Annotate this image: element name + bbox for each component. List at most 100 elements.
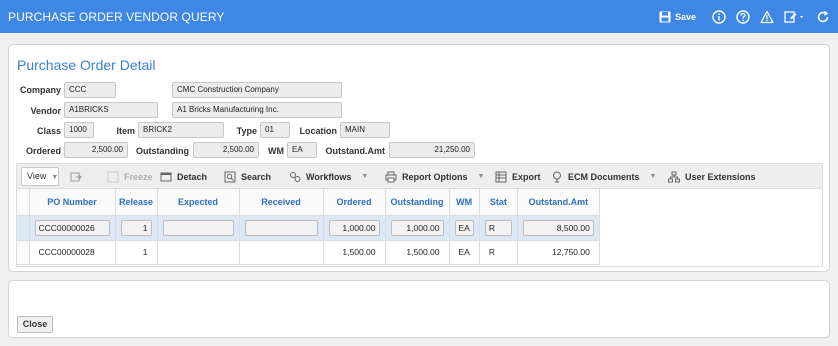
outstand-amt-value: 8,500.00: [522, 219, 594, 236]
titlebar-actions: Save: [659, 8, 830, 25]
column-header-received[interactable]: Received: [239, 189, 324, 216]
row-selector-header: [17, 189, 30, 216]
export-label: Export: [512, 171, 541, 182]
wm-label: WM: [268, 146, 284, 156]
detach-button[interactable]: Detach: [160, 169, 207, 184]
outstand-amt-field[interactable]: 21,250.00: [389, 142, 475, 158]
class-label: Class: [36, 126, 61, 136]
po-number-value: CCC00000026: [34, 219, 110, 236]
chevron-down-icon: ▼: [361, 173, 369, 180]
outstanding-label: Outstanding: [136, 146, 189, 156]
app-title: PURCHASE ORDER VENDOR QUERY: [8, 10, 225, 24]
cell-ordered[interactable]: 1,500.00: [323, 240, 386, 265]
cell-wm[interactable]: EA: [449, 215, 480, 241]
search-button[interactable]: Search: [224, 169, 271, 184]
user-extensions-button[interactable]: User Extensions: [668, 169, 756, 184]
workflows-icon: [289, 171, 301, 183]
type-field[interactable]: 01: [260, 122, 290, 138]
search-icon: [224, 171, 236, 183]
cell-release[interactable]: 1: [115, 240, 158, 265]
freeze-label: Freeze: [124, 171, 153, 182]
row-selector[interactable]: [17, 215, 30, 241]
ecm-documents-icon: [551, 171, 563, 183]
outstand-amt-label: Outstand.Amt: [325, 146, 386, 156]
info-icon[interactable]: [712, 9, 726, 24]
outstanding-field[interactable]: 2,500.00: [193, 142, 259, 158]
vendor-name-field[interactable]: A1 Bricks Manufacturing Inc.: [172, 102, 342, 118]
detach-icon: [160, 171, 172, 183]
column-header-po-number[interactable]: PO Number: [29, 189, 116, 216]
column-header-stat[interactable]: Stat: [479, 189, 518, 216]
column-header-outstand-amt[interactable]: Outstand.Amt: [517, 189, 600, 216]
cell-received[interactable]: [239, 215, 324, 241]
column-header-ordered[interactable]: Ordered: [323, 189, 386, 216]
cell-ordered[interactable]: 1,000.00: [323, 215, 386, 241]
cell-wm[interactable]: EA: [449, 240, 480, 265]
chevron-down-icon: ▼: [51, 174, 59, 181]
freeze-icon: [107, 171, 119, 183]
po-grid: PO Number Release Expected Received Orde…: [16, 189, 823, 267]
table-row[interactable]: CCC00000026 1 1,000.00 1,000.00 EA R 8,5…: [17, 215, 600, 241]
type-label: Type: [236, 126, 257, 136]
company-code-field[interactable]: CCC: [64, 82, 116, 98]
save-label: Save: [674, 11, 696, 22]
ordered-field[interactable]: 2,500.00: [64, 142, 128, 158]
close-button[interactable]: Close: [17, 316, 53, 333]
class-field[interactable]: 1000: [64, 122, 94, 138]
vendor-label: Vendor: [30, 106, 61, 116]
save-button[interactable]: Save: [659, 11, 696, 23]
company-name-field[interactable]: CMC Construction Company: [172, 82, 342, 98]
wm-field[interactable]: EA: [287, 142, 317, 158]
item-field[interactable]: BRICK2: [138, 122, 224, 138]
location-label: Location: [299, 126, 338, 136]
workflows-button[interactable]: Workflows ▼: [289, 169, 368, 184]
report-options-label: Report Options: [402, 171, 468, 182]
table-header-row: PO Number Release Expected Received Orde…: [17, 189, 600, 216]
title-bar: PURCHASE ORDER VENDOR QUERY Save: [0, 0, 838, 33]
panel-title: Purchase Order Detail: [17, 57, 156, 73]
row-selector[interactable]: [17, 240, 30, 265]
cell-po-number[interactable]: CCC00000026: [29, 215, 116, 241]
cell-expected[interactable]: [157, 215, 240, 241]
cell-outstanding[interactable]: 1,000.00: [385, 215, 450, 241]
received-value: [244, 219, 318, 236]
cell-expected[interactable]: [157, 240, 240, 265]
save-icon: [659, 11, 671, 22]
column-header-wm[interactable]: WM: [449, 189, 480, 216]
cell-stat[interactable]: R: [479, 215, 518, 241]
item-label: Item: [116, 126, 135, 136]
outstanding-value: 1,000.00: [390, 219, 444, 236]
view-label: View: [27, 171, 47, 181]
cell-outstand-amt[interactable]: 8,500.00: [517, 215, 600, 241]
warning-icon[interactable]: [760, 10, 774, 24]
freeze-button[interactable]: Freeze: [107, 169, 153, 184]
wm-value: EA: [454, 219, 474, 236]
export-button[interactable]: Export: [495, 169, 541, 184]
location-field[interactable]: MAIN: [340, 122, 390, 138]
company-label: Company: [19, 85, 61, 95]
stat-value: R: [484, 219, 512, 236]
column-header-expected[interactable]: Expected: [157, 189, 240, 216]
ecm-documents-button[interactable]: ECM Documents ▼: [551, 169, 656, 184]
column-header-outstanding[interactable]: Outstanding: [385, 189, 450, 216]
filter-button[interactable]: [70, 169, 87, 184]
cell-stat[interactable]: R: [479, 240, 518, 265]
cell-po-number[interactable]: CCC00000028: [29, 240, 116, 265]
column-header-release[interactable]: Release: [115, 189, 158, 216]
edit-menu-icon[interactable]: [784, 10, 806, 24]
refresh-icon[interactable]: [816, 10, 830, 24]
cell-outstanding[interactable]: 1,500.00: [385, 240, 450, 265]
ordered-value: 1,000.00: [328, 219, 380, 236]
user-extensions-icon: [668, 171, 680, 183]
table-row[interactable]: CCC00000028 1 1,500.00 1,500.00 EA R 12,…: [17, 240, 600, 265]
view-dropdown[interactable]: View ▼: [21, 167, 59, 186]
report-options-button[interactable]: Report Options ▼: [385, 169, 484, 184]
cell-received[interactable]: [239, 240, 324, 265]
cell-outstand-amt[interactable]: 12,750.00: [517, 240, 600, 265]
cell-release[interactable]: 1: [115, 215, 158, 241]
release-value: 1: [120, 219, 152, 236]
vendor-code-field[interactable]: A1BRICKS: [64, 102, 158, 118]
ordered-label: Ordered: [25, 146, 61, 156]
expected-value: [162, 219, 234, 236]
help-icon[interactable]: [736, 9, 750, 24]
